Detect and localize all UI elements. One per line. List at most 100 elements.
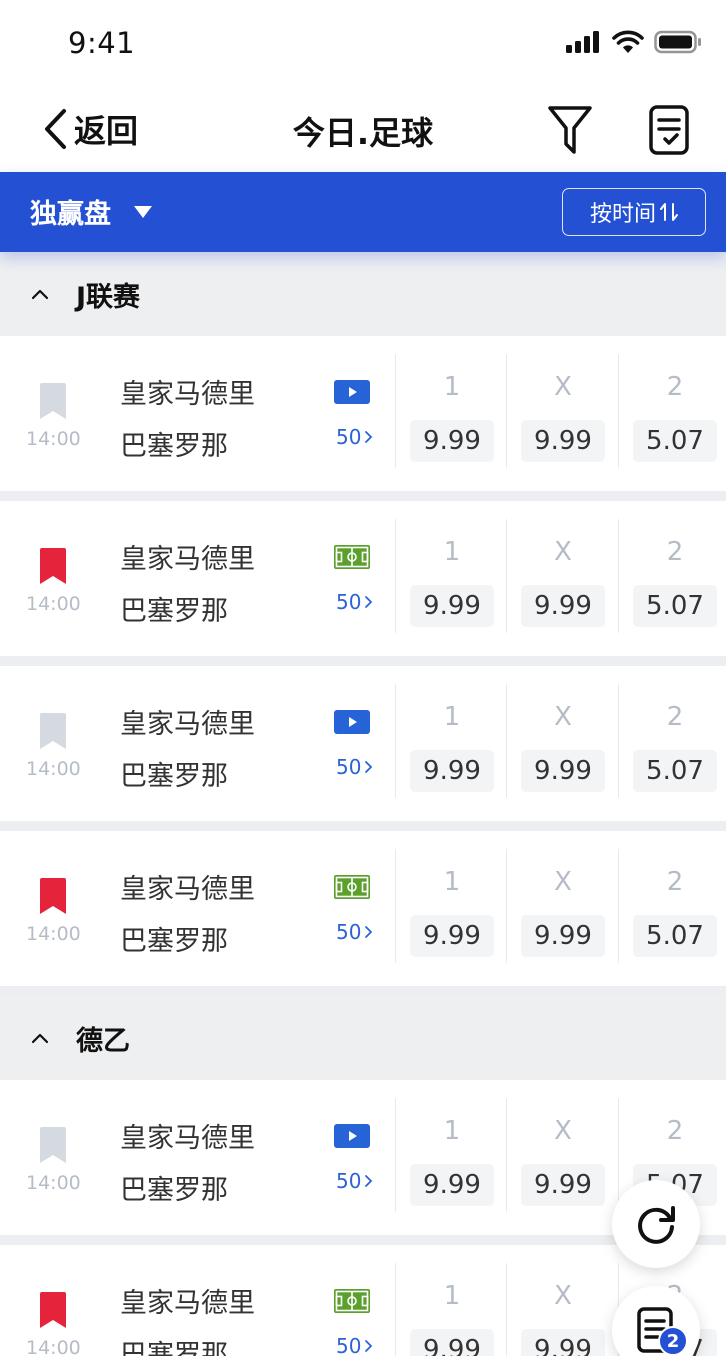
bookmark-filled-icon[interactable]: [38, 547, 68, 585]
odds-column: 1 9.99: [410, 372, 494, 462]
bet-type-dropdown[interactable]: 独赢盘: [30, 192, 153, 231]
league-header[interactable]: 德乙: [0, 996, 726, 1080]
chevron-up-icon: [30, 288, 52, 300]
kickoff-time: 14:00: [26, 1337, 81, 1356]
odds-column: X 9.99: [521, 372, 605, 462]
live-video-icon[interactable]: [334, 710, 370, 734]
wifi-icon: [612, 30, 644, 53]
more-markets-link[interactable]: 50: [336, 425, 374, 449]
live-pitch-icon[interactable]: [334, 875, 370, 899]
odds-button[interactable]: 9.99: [521, 420, 605, 462]
odds-button[interactable]: 5.07: [633, 750, 717, 792]
bet-record-button[interactable]: [648, 104, 690, 156]
more-markets-link[interactable]: 50: [336, 755, 374, 779]
match-row: 14:00皇家马德里巴塞罗那5019.99X9.9925.07: [0, 336, 726, 501]
bookmark-icon[interactable]: [38, 1126, 68, 1164]
bookmark-filled-icon[interactable]: [38, 1291, 68, 1329]
column-divider: [618, 849, 619, 963]
live-pitch-icon[interactable]: [334, 545, 370, 569]
odds-button[interactable]: 9.99: [521, 750, 605, 792]
more-markets-link[interactable]: 50: [336, 1334, 374, 1356]
column-divider: [506, 354, 507, 468]
bet-type-label: 独赢盘: [30, 199, 111, 230]
caret-down-icon: [134, 205, 152, 218]
sort-by-time-button[interactable]: 按时间: [562, 188, 706, 236]
odds-button[interactable]: 9.99: [521, 1164, 605, 1206]
odds-button[interactable]: 9.99: [410, 1329, 494, 1356]
back-label: 返回: [74, 112, 139, 150]
home-team-name: 皇家马德里: [120, 709, 255, 740]
odds-outcome-label: 2: [666, 372, 684, 402]
column-divider: [618, 354, 619, 468]
odds-button[interactable]: 5.07: [633, 585, 717, 627]
home-team-name: 皇家马德里: [120, 544, 255, 575]
odds-button[interactable]: 5.07: [633, 915, 717, 957]
odds-button[interactable]: 9.99: [410, 585, 494, 627]
odds-outcome-label: 1: [443, 537, 461, 567]
live-pitch-icon[interactable]: [334, 1289, 370, 1313]
odds-outcome-label: X: [554, 867, 572, 897]
bookmark-filled-icon[interactable]: [38, 877, 68, 915]
league-header[interactable]: J联赛: [0, 252, 726, 336]
status-time: 9:41: [68, 26, 136, 60]
more-markets-link[interactable]: 50: [336, 590, 374, 614]
column-divider: [618, 684, 619, 798]
chevron-right-icon: [365, 1340, 373, 1352]
chevron-up-icon: [30, 1032, 52, 1044]
odds-column: 25.07: [633, 867, 717, 957]
more-markets-link[interactable]: 50: [336, 920, 374, 944]
more-markets-count: 50: [336, 1169, 362, 1193]
chevron-right-icon: [365, 596, 373, 608]
odds-column: 1 9.99: [410, 1281, 494, 1356]
column-divider: [618, 1098, 619, 1212]
column-divider: [395, 849, 396, 963]
away-team-name: 巴塞罗那: [120, 431, 228, 462]
match-row: 14:00皇家马德里巴塞罗那5019.99X9.9925.07: [0, 666, 726, 831]
odds-outcome-label: 2: [666, 537, 684, 567]
odds-button[interactable]: 9.99: [521, 915, 605, 957]
bookmark-icon[interactable]: [38, 712, 68, 750]
status-icons: [566, 30, 702, 54]
odds-column: X 9.99: [521, 702, 605, 792]
column-divider: [506, 684, 507, 798]
odds-outcome-label: 2: [666, 867, 684, 897]
chevron-right-icon: [365, 926, 373, 938]
odds-outcome-label: 1: [443, 1116, 461, 1146]
column-divider: [395, 519, 396, 633]
odds-button[interactable]: 9.99: [410, 915, 494, 957]
odds-column: X 9.99: [521, 537, 605, 627]
odds-column: X 9.99: [521, 1281, 605, 1356]
odds-column: 1 9.99: [410, 1116, 494, 1206]
filter-button[interactable]: [546, 104, 594, 156]
refresh-button[interactable]: [612, 1180, 700, 1268]
home-team-name: 皇家马德里: [120, 1123, 255, 1154]
more-markets-count: 50: [336, 920, 362, 944]
match-row: 14:00皇家马德里巴塞罗那5019.99X9.9925.07: [0, 501, 726, 666]
league-name: J联赛: [76, 281, 141, 313]
back-button[interactable]: 返回: [40, 106, 138, 152]
live-video-icon[interactable]: [334, 1124, 370, 1148]
kickoff-time: 14:00: [26, 593, 81, 615]
odds-outcome-label: X: [554, 537, 572, 567]
live-video-icon[interactable]: [334, 380, 370, 404]
chevron-right-icon: [365, 431, 373, 443]
bet-slip-count-badge: 2: [658, 1326, 688, 1356]
more-markets-count: 50: [336, 755, 362, 779]
odds-button[interactable]: 9.99: [410, 420, 494, 462]
more-markets-link[interactable]: 50: [336, 1169, 374, 1193]
column-divider: [395, 354, 396, 468]
odds-button[interactable]: 9.99: [521, 1329, 605, 1356]
odds-button[interactable]: 9.99: [410, 750, 494, 792]
odds-outcome-label: X: [554, 1116, 572, 1146]
away-team-name: 巴塞罗那: [120, 1340, 228, 1356]
bookmark-icon[interactable]: [38, 382, 68, 420]
cellular-signal-icon: [566, 31, 599, 53]
odds-button[interactable]: 9.99: [410, 1164, 494, 1206]
column-divider: [395, 1098, 396, 1212]
away-team-name: 巴塞罗那: [120, 1175, 228, 1206]
odds-button[interactable]: 5.07: [633, 420, 717, 462]
match-row: 14:00皇家马德里巴塞罗那5019.99X9.9925.07: [0, 831, 726, 996]
odds-button[interactable]: 9.99: [521, 585, 605, 627]
odds-outcome-label: X: [554, 702, 572, 732]
odds-column: 1 9.99: [410, 702, 494, 792]
